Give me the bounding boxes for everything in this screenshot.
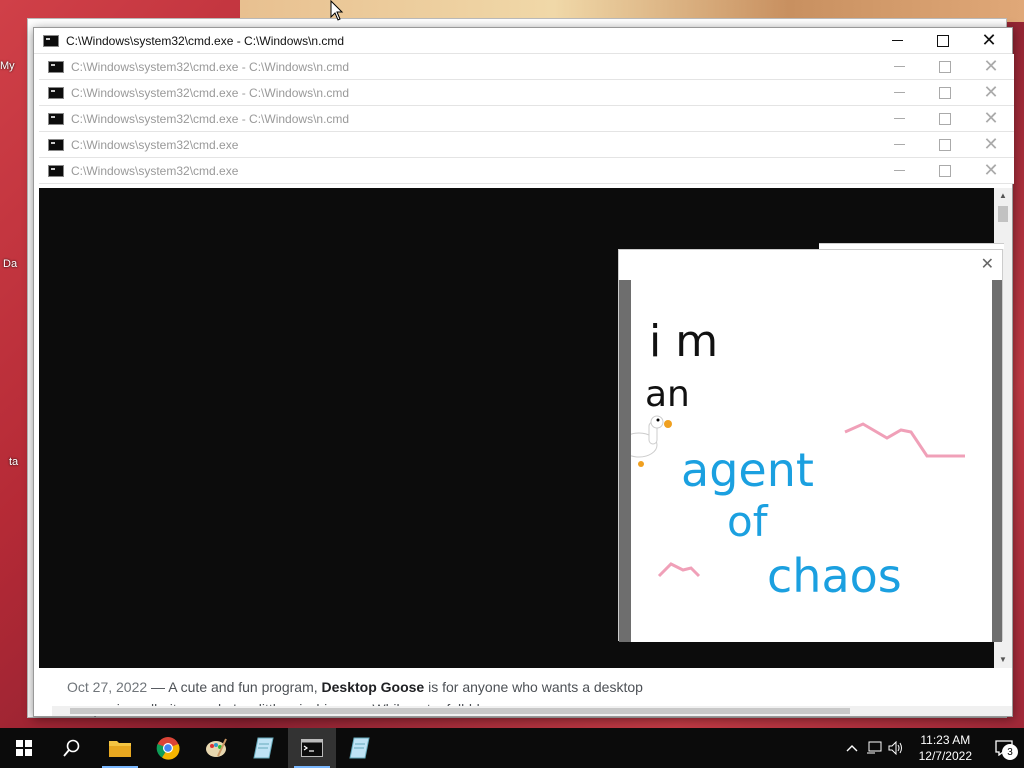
- cmd-titlebar[interactable]: C:\Windows\system32\cmd.exe - C:\Windows…: [39, 54, 1014, 80]
- scroll-thumb[interactable]: [998, 206, 1008, 222]
- scroll-up-icon[interactable]: ▲: [994, 188, 1012, 204]
- close-button[interactable]: ✕: [966, 28, 1012, 54]
- folder-icon: [109, 741, 131, 757]
- cmd-icon: [48, 60, 64, 73]
- handwritten-text-line: i m: [649, 316, 718, 367]
- close-button[interactable]: ✕: [968, 54, 1014, 80]
- maximize-button[interactable]: [922, 158, 968, 184]
- minimize-button[interactable]: [876, 80, 922, 106]
- close-icon[interactable]: ✕: [981, 254, 994, 274]
- minimize-button[interactable]: [874, 28, 920, 54]
- handwritten-text-line: agent: [681, 443, 814, 497]
- scroll-down-icon[interactable]: ▼: [994, 652, 1012, 668]
- desktop-icon-label[interactable]: My: [0, 60, 15, 72]
- pink-scribble: [657, 562, 701, 578]
- clock-time: 11:23 AM: [920, 733, 971, 747]
- goose-sprite: [620, 415, 672, 467]
- window-title: C:\Windows\system32\cmd.exe: [71, 137, 239, 152]
- start-button[interactable]: [0, 728, 48, 768]
- cmd-titlebar[interactable]: C:\Windows\system32\cmd.exe ✕: [39, 132, 1014, 158]
- horizontal-scrollbar[interactable]: [52, 706, 1012, 716]
- note-drawing-svg: i m an agent of chaos: [620, 316, 965, 603]
- window-title: C:\Windows\system32\cmd.exe - C:\Windows…: [71, 85, 350, 100]
- taskbar-cmd[interactable]: [288, 728, 336, 768]
- window-title: C:\Windows\system32\cmd.exe - C:\Windows…: [71, 111, 350, 126]
- clock[interactable]: 11:23 AM 12/7/2022: [907, 732, 984, 764]
- action-center-button[interactable]: 3: [984, 728, 1024, 768]
- minimize-button[interactable]: [876, 54, 922, 80]
- close-button[interactable]: ✕: [968, 106, 1014, 132]
- goose-note-window[interactable]: ✕ i m an agent of chaos: [618, 243, 1004, 642]
- minimize-button[interactable]: [876, 158, 922, 184]
- handwritten-text-line: of: [727, 497, 769, 546]
- scroll-thumb[interactable]: [70, 708, 850, 714]
- handwritten-text-line: chaos: [767, 549, 902, 603]
- system-tray: 11:23 AM 12/7/2022 3: [841, 728, 1024, 768]
- notification-count-badge: 3: [1002, 744, 1018, 760]
- search-icon: [63, 739, 80, 757]
- cmd-icon: [43, 34, 59, 47]
- pink-scribble: [844, 422, 965, 458]
- clock-date: 12/7/2022: [918, 749, 972, 763]
- window-title: C:\Windows\system32\cmd.exe - C:\Windows…: [66, 33, 345, 48]
- maximize-button[interactable]: [922, 54, 968, 80]
- window-title: C:\Windows\system32\cmd.exe: [71, 163, 239, 178]
- chrome-icon: [156, 737, 180, 760]
- cmd-icon: [48, 164, 64, 177]
- windows-icon: [16, 740, 32, 756]
- handwritten-text-line: an: [645, 374, 690, 415]
- cmd-titlebar[interactable]: C:\Windows\system32\cmd.exe - C:\Windows…: [39, 80, 1014, 106]
- notepad-icon: [349, 737, 370, 759]
- maximize-button[interactable]: [920, 28, 966, 54]
- cmd-icon: [48, 112, 64, 125]
- taskbar-notepad[interactable]: [336, 728, 384, 768]
- desktop: My Da ta C:\Windows\system32\cmd.exe - C…: [0, 0, 1024, 728]
- search-button[interactable]: [48, 728, 96, 768]
- notepad-icon: [253, 737, 274, 759]
- chevron-up-icon: [846, 745, 858, 752]
- result-separator: —: [147, 679, 169, 695]
- result-text: A cute and fun program,: [168, 679, 322, 695]
- close-button[interactable]: ✕: [968, 80, 1014, 106]
- paint-icon: [206, 738, 227, 757]
- result-date: Oct 27, 2022: [67, 679, 148, 695]
- taskbar: 11:23 AM 12/7/2022 3: [0, 728, 1024, 768]
- minimize-button[interactable]: [876, 132, 922, 158]
- maximize-button[interactable]: [922, 132, 968, 158]
- show-hidden-icons-button[interactable]: [841, 728, 863, 768]
- note-border-left: [619, 280, 631, 642]
- close-button[interactable]: ✕: [968, 132, 1014, 158]
- network-icon[interactable]: [863, 728, 885, 768]
- taskbar-chrome[interactable]: [144, 728, 192, 768]
- cmd-titlebar[interactable]: C:\Windows\system32\cmd.exe ✕: [39, 158, 1014, 184]
- mouse-cursor-icon: [330, 0, 344, 21]
- maximize-button[interactable]: [922, 80, 968, 106]
- terminal-icon: [301, 739, 323, 757]
- cmd-titlebar[interactable]: C:\Windows\system32\cmd.exe - C:\Windows…: [39, 106, 1014, 132]
- cmd-titlebar[interactable]: C:\Windows\system32\cmd.exe - C:\Windows…: [34, 28, 1012, 54]
- cmd-icon: [48, 86, 64, 99]
- desktop-icon-label[interactable]: Da: [3, 258, 17, 270]
- result-highlight: Desktop Goose: [321, 679, 425, 695]
- maximize-button[interactable]: [922, 106, 968, 132]
- close-button[interactable]: ✕: [968, 158, 1014, 184]
- taskbar-file-explorer[interactable]: [96, 728, 144, 768]
- minimize-button[interactable]: [876, 106, 922, 132]
- desktop-icon-label[interactable]: ta: [9, 456, 18, 468]
- note-drawing: i m an agent of chaos: [620, 280, 992, 642]
- result-text: is for anyone who wants a desktop: [424, 679, 643, 695]
- cmd-icon: [48, 138, 64, 151]
- volume-icon[interactable]: [885, 728, 907, 768]
- window-title: C:\Windows\system32\cmd.exe - C:\Windows…: [71, 59, 350, 74]
- taskbar-paint[interactable]: [192, 728, 240, 768]
- taskbar-notepad[interactable]: [240, 728, 288, 768]
- window-edge: [819, 243, 1004, 249]
